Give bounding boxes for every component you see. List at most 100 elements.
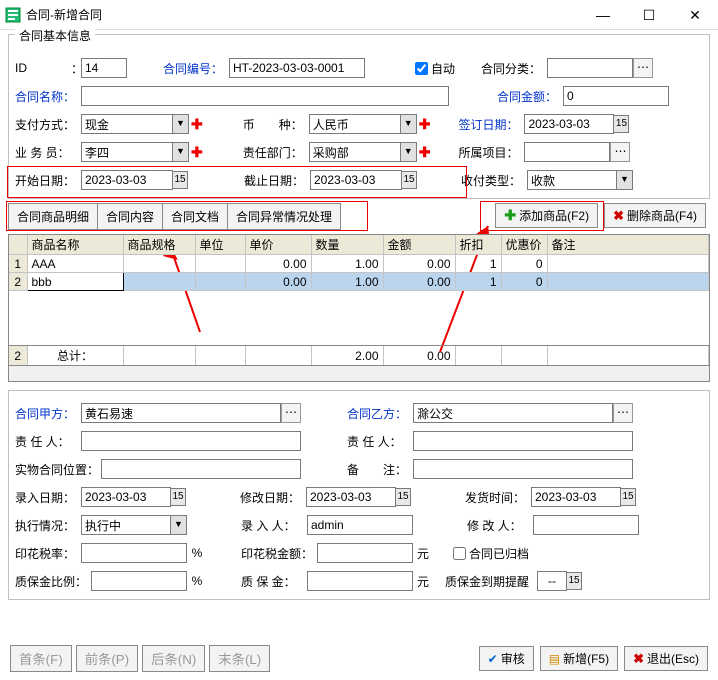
physloc-input[interactable] [101, 459, 301, 479]
calendar-icon[interactable]: 15 [170, 488, 186, 506]
deposit-input[interactable] [307, 571, 413, 591]
next-button[interactable]: 后条(N) [142, 645, 205, 672]
duty-a-input[interactable] [81, 431, 301, 451]
name-input[interactable] [81, 86, 449, 106]
tab-products[interactable]: 合同商品明细 [8, 203, 98, 230]
category-input[interactable] [547, 58, 633, 78]
party-a-input[interactable] [81, 403, 281, 423]
label-paytype: 支付方式： [15, 116, 81, 133]
audit-button[interactable]: ✔审核 [479, 646, 534, 671]
label-party-a: 合同甲方： [15, 405, 81, 422]
exit-button[interactable]: ✖退出(Esc) [624, 646, 708, 671]
amount-input[interactable] [563, 86, 669, 106]
label-category: 合同分类： [481, 60, 547, 77]
project-input[interactable] [524, 142, 610, 162]
auto-checkbox[interactable]: 自动 [415, 60, 455, 77]
category-lookup-button[interactable]: ⋯ [633, 58, 653, 78]
close-button[interactable]: ✕ [672, 0, 718, 30]
chevron-down-icon[interactable]: ▼ [616, 171, 632, 189]
label-project: 所属项目： [458, 144, 524, 161]
party-b-input[interactable] [413, 403, 613, 423]
label-startdate: 开始日期： [15, 172, 81, 189]
horizontal-scrollbar[interactable] [8, 366, 710, 382]
modifydate-input[interactable] [306, 487, 396, 507]
chevron-down-icon[interactable]: ▼ [172, 143, 188, 161]
add-icon[interactable]: ✚ [191, 144, 203, 161]
depositrate-input[interactable] [91, 571, 187, 591]
table-row[interactable]: 2 bbb 0.00 1.00 0.00 1 0 [9, 273, 709, 291]
chevron-down-icon[interactable]: ▼ [400, 115, 416, 133]
label-modifydate: 修改日期： [240, 489, 306, 506]
label-modifyby: 修 改 人： [467, 517, 533, 534]
party-b-lookup[interactable]: ⋯ [613, 403, 633, 423]
label-id: ID [15, 61, 71, 75]
table-row[interactable]: 1 AAA 0.00 1.00 0.00 1 0 [9, 255, 709, 273]
inputdate-input[interactable] [81, 487, 171, 507]
archived-checkbox[interactable]: 合同已归档 [453, 545, 529, 562]
product-grid[interactable]: 商品名称 商品规格 单位 单价 数量 金额 折扣 优惠价 备注 1 AAA 0.… [8, 234, 710, 346]
label-duty-b: 责 任 人： [347, 433, 413, 450]
add-icon[interactable]: ✚ [191, 116, 203, 133]
enddate-input[interactable] [310, 170, 402, 190]
label-deposit-due: 质保金到期提醒 [445, 573, 529, 590]
label-currency: 币 种： [243, 116, 309, 133]
label-signdate: 签订日期： [458, 116, 524, 133]
tab-exceptions[interactable]: 合同异常情况处理 [227, 203, 341, 230]
label-party-b: 合同乙方： [347, 405, 413, 422]
new-icon: ▤ [549, 652, 560, 666]
signdate-input[interactable] [524, 114, 614, 134]
label-contract-no: 合同编号： [163, 60, 229, 77]
modifyby-input [533, 515, 639, 535]
label-enddate: 截止日期： [244, 172, 310, 189]
add-icon[interactable]: ✚ [419, 116, 431, 133]
basic-info-group: 合同基本信息 ID ： 合同编号： 自动 合同分类： ⋯ 合同名称： 合同金额：… [8, 34, 710, 199]
total-row: 2 总计： 2.00 0.00 [8, 346, 710, 366]
add-product-button[interactable]: ✚添加商品(F2) [495, 203, 598, 228]
chevron-down-icon[interactable]: ▼ [400, 143, 416, 161]
details-group: 合同甲方： ⋯ 合同乙方： ⋯ 责 任 人： 责 任 人： 实物合同位置： 备 … [8, 390, 710, 600]
calendar-icon[interactable]: 15 [401, 171, 417, 189]
label-stamprate: 印花税率： [15, 545, 81, 562]
maximize-button[interactable]: ☐ [626, 0, 672, 30]
grid-header-row: 商品名称 商品规格 单位 单价 数量 金额 折扣 优惠价 备注 [9, 235, 709, 255]
tab-content[interactable]: 合同内容 [97, 203, 163, 230]
stamprate-input[interactable] [81, 543, 187, 563]
plus-icon: ✚ [504, 207, 516, 224]
calendar-icon[interactable]: 15 [172, 171, 188, 189]
label-amount: 合同金额： [497, 88, 563, 105]
startdate-input[interactable] [81, 170, 173, 190]
chevron-down-icon[interactable]: ▼ [170, 516, 186, 534]
label-shipdate: 发货时间： [465, 489, 531, 506]
add-icon[interactable]: ✚ [419, 144, 431, 161]
colon: ： [71, 60, 81, 77]
delete-product-button[interactable]: ✖删除商品(F4) [604, 203, 706, 228]
x-icon: ✖ [613, 208, 624, 224]
label-salesman: 业 务 员： [15, 144, 81, 161]
deposit-due-input[interactable] [537, 571, 567, 591]
stampamt-input[interactable] [317, 543, 413, 563]
first-button[interactable]: 首条(F) [10, 645, 72, 672]
group-legend: 合同基本信息 [15, 27, 95, 44]
calendar-icon[interactable]: 15 [566, 572, 582, 590]
remark-input[interactable] [413, 459, 633, 479]
id-input[interactable] [81, 58, 127, 78]
prev-button[interactable]: 前条(P) [76, 645, 138, 672]
new-button[interactable]: ▤新增(F5) [540, 646, 618, 671]
chevron-down-icon[interactable]: ▼ [172, 115, 188, 133]
tab-docs[interactable]: 合同文档 [162, 203, 228, 230]
label-name: 合同名称： [15, 88, 81, 105]
duty-b-input[interactable] [413, 431, 633, 451]
x-icon: ✖ [633, 651, 644, 667]
shipdate-input[interactable] [531, 487, 621, 507]
contract-no-input[interactable] [229, 58, 365, 78]
window-title: 合同-新增合同 [26, 6, 580, 23]
last-button[interactable]: 末条(L) [209, 645, 270, 672]
party-a-lookup[interactable]: ⋯ [281, 403, 301, 423]
label-duty-a: 责 任 人： [15, 433, 81, 450]
calendar-icon[interactable]: 15 [620, 488, 636, 506]
label-physloc: 实物合同位置： [15, 461, 101, 478]
calendar-icon[interactable]: 15 [395, 488, 411, 506]
project-lookup-button[interactable]: ⋯ [610, 142, 630, 162]
calendar-icon[interactable]: 15 [613, 115, 629, 133]
minimize-button[interactable]: — [580, 0, 626, 30]
